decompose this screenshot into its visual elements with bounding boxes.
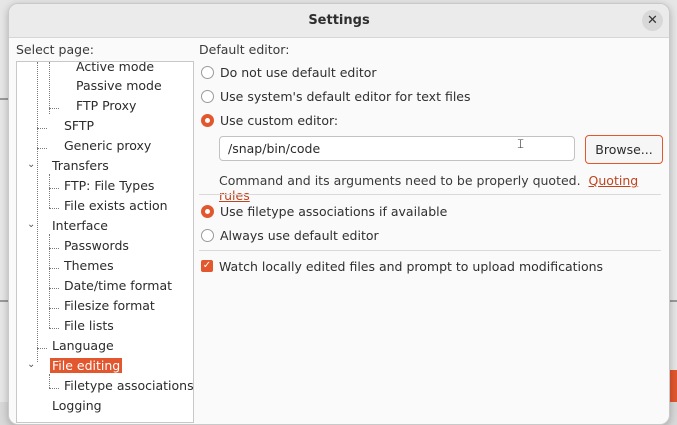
tree-item-passwords[interactable]: Passwords <box>64 236 129 255</box>
tree-item-ftp-proxy[interactable]: FTP Proxy <box>76 96 136 115</box>
radio-indicator[interactable] <box>201 65 214 79</box>
tree-item-passive-mode[interactable]: Passive mode <box>76 76 162 95</box>
tree-item-interface[interactable]: Interface <box>52 216 108 235</box>
tree-item-file-editing[interactable]: File editing <box>50 356 123 375</box>
tree-guide-line <box>49 62 50 114</box>
quoting-hint: Command and its arguments need to be pro… <box>219 173 669 203</box>
tree-guide-line <box>49 108 59 109</box>
tree-guide-line <box>49 288 59 289</box>
tree-item-filetype-associations[interactable]: Filetype associations <box>64 376 193 395</box>
radio-custom-editor[interactable]: Use custom editor: <box>201 110 338 130</box>
tree-guide-line <box>49 208 59 209</box>
chevron-down-icon[interactable]: ⌄ <box>27 159 35 170</box>
tree-item-sftp[interactable]: SFTP <box>64 116 94 135</box>
settings-dialog: Settings ✕ Select page: ⌄ ⌄ ⌄ Active mod… <box>8 3 670 425</box>
background-line <box>0 300 8 302</box>
tree-guide-line <box>37 128 47 129</box>
tree-guide-line <box>37 62 38 362</box>
radio-label: Use filetype associations if available <box>220 203 448 219</box>
divider <box>199 194 661 195</box>
tree-item-language[interactable]: Language <box>52 336 114 355</box>
chevron-down-icon[interactable]: ⌄ <box>27 219 35 230</box>
close-icon: ✕ <box>647 13 658 28</box>
divider <box>199 250 661 251</box>
radio-always-default-editor[interactable]: Always use default editor <box>201 225 379 245</box>
tree-item-filesize-format[interactable]: Filesize format <box>64 296 155 315</box>
chevron-down-icon[interactable]: ⌄ <box>27 359 35 370</box>
background-line <box>669 300 677 302</box>
radio-label: Do not use default editor <box>220 64 377 80</box>
close-button[interactable]: ✕ <box>642 10 663 31</box>
tree-item-generic-proxy[interactable]: Generic proxy <box>64 136 151 155</box>
settings-tree[interactable]: ⌄ ⌄ ⌄ Active mode Passive mode FTP Proxy… <box>16 61 194 423</box>
tree-guide-line <box>49 374 50 388</box>
checkbox-label: Watch locally edited files and prompt to… <box>219 258 604 274</box>
tree-item-file-exists-action[interactable]: File exists action <box>64 196 168 215</box>
radio-indicator[interactable] <box>201 113 214 127</box>
radio-label: Use custom editor: <box>220 112 339 128</box>
background-accent <box>669 370 677 402</box>
text-cursor-icon: 𝙸 <box>516 137 526 152</box>
tree-guide-line <box>49 388 59 389</box>
tree-guide-line <box>49 248 59 249</box>
tree-guide-line <box>37 348 47 349</box>
hint-text: Command and its arguments need to be pro… <box>219 173 581 188</box>
background-line <box>0 98 8 100</box>
tree-guide-line <box>49 308 59 309</box>
tree-guide-line <box>37 148 47 149</box>
radio-system-default-editor[interactable]: Use system's default editor for text fil… <box>201 86 471 106</box>
radio-indicator[interactable] <box>201 204 214 218</box>
checkmark-icon[interactable]: ✓ <box>201 260 213 272</box>
tree-guide-line <box>49 188 59 189</box>
tree-guide-line <box>49 328 59 329</box>
radio-no-default-editor[interactable]: Do not use default editor <box>201 62 377 82</box>
browse-button[interactable]: Browse... <box>585 135 663 164</box>
tree-item-date-time-format[interactable]: Date/time format <box>64 276 172 295</box>
watch-edited-files-checkbox[interactable]: ✓ Watch locally edited files and prompt … <box>201 256 603 276</box>
tree-item-themes[interactable]: Themes <box>64 256 114 275</box>
default-editor-label: Default editor: <box>199 42 290 57</box>
tree-guide-line <box>49 268 59 269</box>
dialog-title: Settings <box>308 13 370 28</box>
radio-label: Use system's default editor for text fil… <box>220 88 471 104</box>
radio-indicator[interactable] <box>201 89 214 103</box>
select-page-label: Select page: <box>16 42 94 57</box>
radio-indicator[interactable] <box>201 228 214 242</box>
tree-item-ftp-file-types[interactable]: FTP: File Types <box>64 176 154 195</box>
tree-item-transfers[interactable]: Transfers <box>52 156 109 175</box>
radio-label: Always use default editor <box>220 227 379 243</box>
radio-use-filetype-associations[interactable]: Use filetype associations if available <box>201 201 447 221</box>
tree-item-active-mode[interactable]: Active mode <box>76 62 154 76</box>
titlebar: Settings ✕ <box>9 4 669 38</box>
tree-item-file-lists[interactable]: File lists <box>64 316 114 335</box>
tree-guide-line <box>49 174 50 208</box>
tree-item-logging[interactable]: Logging <box>52 396 102 415</box>
